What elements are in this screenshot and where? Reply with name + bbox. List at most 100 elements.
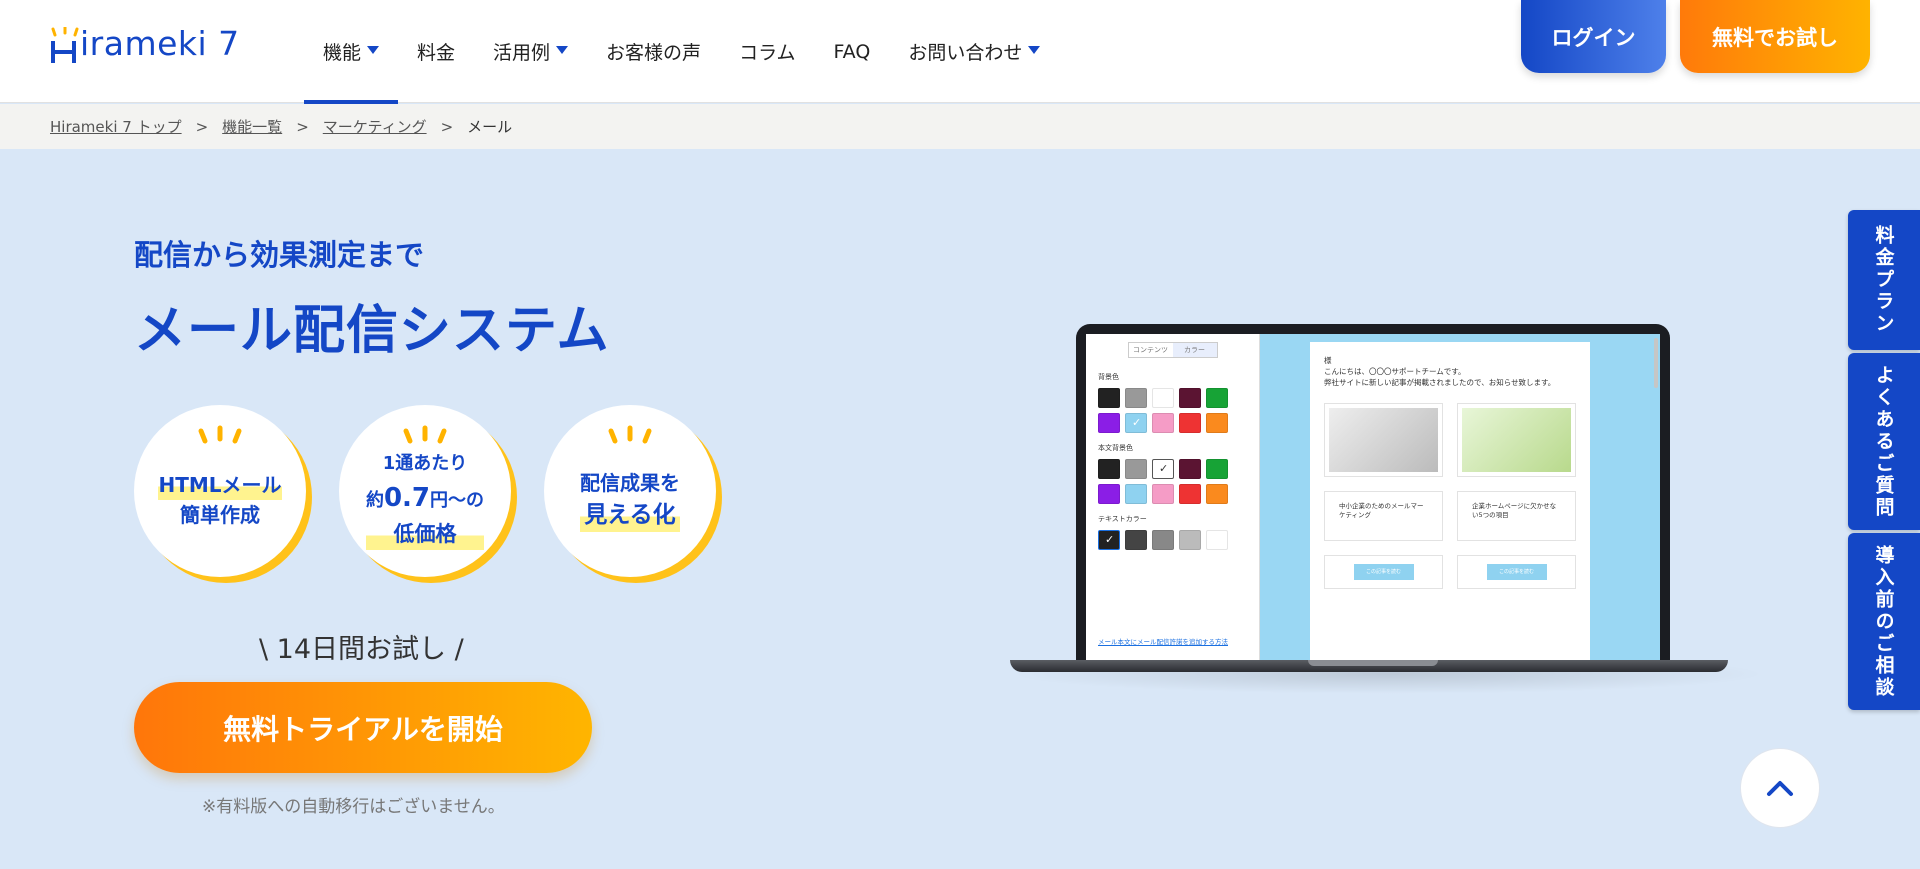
nav-label: コラム [739, 42, 796, 64]
breadcrumb-link-top[interactable]: Hirameki 7 トップ [50, 116, 182, 137]
badge-line: 1通あたり [382, 452, 468, 474]
side-tab-pricing-plan[interactable]: 料金プラン [1848, 210, 1920, 350]
chevron-up-icon [1767, 781, 1793, 796]
editor-color-panel: コンテンツ カラー 背景色 本文背景色 [1086, 334, 1260, 660]
nav-item-faq[interactable]: FAQ [815, 0, 890, 103]
nav-label: FAQ [833, 40, 871, 63]
mail-preview: 様 こんにちは、〇〇〇サポートチームです。 弊社サイトに新しい記事が掲載されまし… [1310, 342, 1590, 660]
color-swatch [1125, 388, 1147, 408]
color-swatch [1125, 484, 1147, 504]
scroll-to-top-button[interactable] [1740, 748, 1820, 828]
caret-down-icon [556, 46, 569, 54]
nav-label: 機能 [323, 42, 362, 64]
color-swatch [1152, 530, 1174, 550]
side-tab-faq[interactable]: よくあるご質問 [1848, 353, 1920, 530]
login-button[interactable]: ログイン [1521, 0, 1666, 73]
hero-title: メール配信システム [134, 301, 610, 361]
color-swatch [1098, 413, 1120, 433]
swatch-grid [1098, 530, 1247, 550]
start-free-trial-button[interactable]: 無料トライアルを開始 [134, 682, 592, 773]
mail-button-label: この記事を読む [1486, 563, 1547, 580]
color-swatch [1206, 459, 1228, 479]
no-auto-upgrade-note: ※有料版への自動移行はございません。 [202, 797, 505, 817]
mail-article-grid: 中小企業のためのメールマーケティング 企業ホームページに欠かせない5つの項目 こ… [1324, 402, 1576, 589]
color-swatch [1152, 484, 1174, 504]
badge-line: HTMLメール [158, 470, 282, 500]
mail-salutation: 様 [1324, 356, 1332, 365]
editor-help-link: メール本文にメール配信許諾を追加する方法 [1098, 638, 1228, 646]
color-swatch [1098, 459, 1120, 479]
color-swatch [1152, 388, 1174, 408]
color-swatch [1179, 530, 1201, 550]
nav-label: お客様の声 [606, 42, 702, 64]
nav-label: 料金 [417, 42, 456, 64]
mail-article-text: 企業ホームページに欠かせない5つの項目 [1457, 490, 1576, 541]
feature-badge-low-price: 1通あたり 約0.7円〜の 低価格 [339, 405, 511, 577]
color-swatch [1125, 413, 1147, 433]
editor-tabs: コンテンツ カラー [1127, 342, 1218, 358]
editor-label: 本文背景色 [1098, 444, 1133, 452]
logo[interactable]: irameki 7 [50, 24, 240, 63]
trial-note: \ 14日間お試し / [259, 634, 464, 665]
color-swatch [1152, 459, 1174, 479]
breadcrumb-link-marketing[interactable]: マーケティング [323, 116, 427, 137]
caret-down-icon [367, 46, 380, 54]
mail-line: こんにちは、〇〇〇サポートチームです。 [1324, 366, 1466, 376]
preview-scrollbar [1654, 338, 1658, 388]
nav-item-contact[interactable]: お問い合わせ [889, 0, 1059, 103]
nav-item-features[interactable]: 機能 [304, 0, 399, 104]
badge-line: 低価格 [365, 517, 485, 551]
color-swatch [1125, 530, 1147, 550]
color-swatch [1152, 413, 1174, 433]
laptop-mockup: コンテンツ カラー 背景色 本文背景色 [1008, 324, 1768, 694]
mail-article-button: この記事を読む [1457, 554, 1576, 589]
mail-article-image [1457, 402, 1576, 477]
color-swatch [1206, 388, 1228, 408]
color-swatch [1206, 413, 1228, 433]
logo-mark-icon [50, 27, 79, 63]
feature-badge-html-mail: HTMLメール 簡単作成 [134, 405, 306, 577]
color-swatch [1179, 388, 1201, 408]
color-swatch [1179, 484, 1201, 504]
site-header: irameki 7 機能 料金 活用例 お客様の声 コラム FAQ お問い合わせ… [0, 0, 1920, 104]
mail-preview-area: 様 こんにちは、〇〇〇サポートチームです。 弊社サイトに新しい記事が掲載されまし… [1260, 334, 1660, 660]
editor-tab-color: カラー [1172, 343, 1217, 357]
color-swatch [1206, 530, 1228, 550]
hero-subtitle: 配信から効果測定まで [134, 238, 425, 272]
side-tab-consultation[interactable]: 導入前のご相談 [1848, 533, 1920, 710]
nav-label: お問い合わせ [908, 42, 1023, 64]
breadcrumb-link-features[interactable]: 機能一覧 [222, 116, 282, 137]
laptop-notch [1308, 660, 1438, 666]
mail-article-image [1324, 402, 1443, 477]
mail-article-button: この記事を読む [1324, 554, 1443, 589]
swatch-grid [1098, 388, 1247, 433]
badge-line: 約 [365, 489, 384, 511]
nav-item-pricing[interactable]: 料金 [398, 0, 474, 103]
color-swatch [1206, 484, 1228, 504]
color-swatch [1125, 459, 1147, 479]
swatch-grid [1098, 459, 1247, 504]
breadcrumb-separator: > [296, 117, 309, 136]
nav-label: 活用例 [493, 42, 551, 64]
mail-line: 弊社サイトに新しい記事が掲載されましたので、お知らせ致します。 [1324, 377, 1556, 387]
badge-line: 簡単作成 [180, 503, 260, 527]
color-swatch [1179, 413, 1201, 433]
badge-line: 配信成果を [580, 470, 680, 495]
feature-badge-analytics: 配信成果を 見える化 [544, 405, 716, 577]
color-swatch [1098, 388, 1120, 408]
badge-price: 0.7 [383, 482, 431, 513]
laptop-screen: コンテンツ カラー 背景色 本文背景色 [1076, 324, 1670, 660]
sparkle-rays-icon [403, 425, 447, 444]
free-trial-header-button[interactable]: 無料でお試し [1680, 0, 1870, 73]
sparkle-rays-icon [198, 425, 242, 444]
color-swatch [1098, 484, 1120, 504]
breadcrumb-current: メール [467, 118, 513, 136]
sparkle-rays-icon [608, 425, 652, 444]
nav-item-column[interactable]: コラム [720, 0, 814, 103]
editor-tab-content: コンテンツ [1133, 346, 1168, 354]
mail-button-label: この記事を読む [1353, 563, 1414, 580]
nav-item-use-cases[interactable]: 活用例 [474, 0, 587, 103]
breadcrumb: Hirameki 7 トップ > 機能一覧 > マーケティング > メール [0, 104, 1920, 149]
main-nav: 機能 料金 活用例 お客様の声 コラム FAQ お問い合わせ [304, 0, 1059, 104]
nav-item-testimonials[interactable]: お客様の声 [587, 0, 720, 103]
